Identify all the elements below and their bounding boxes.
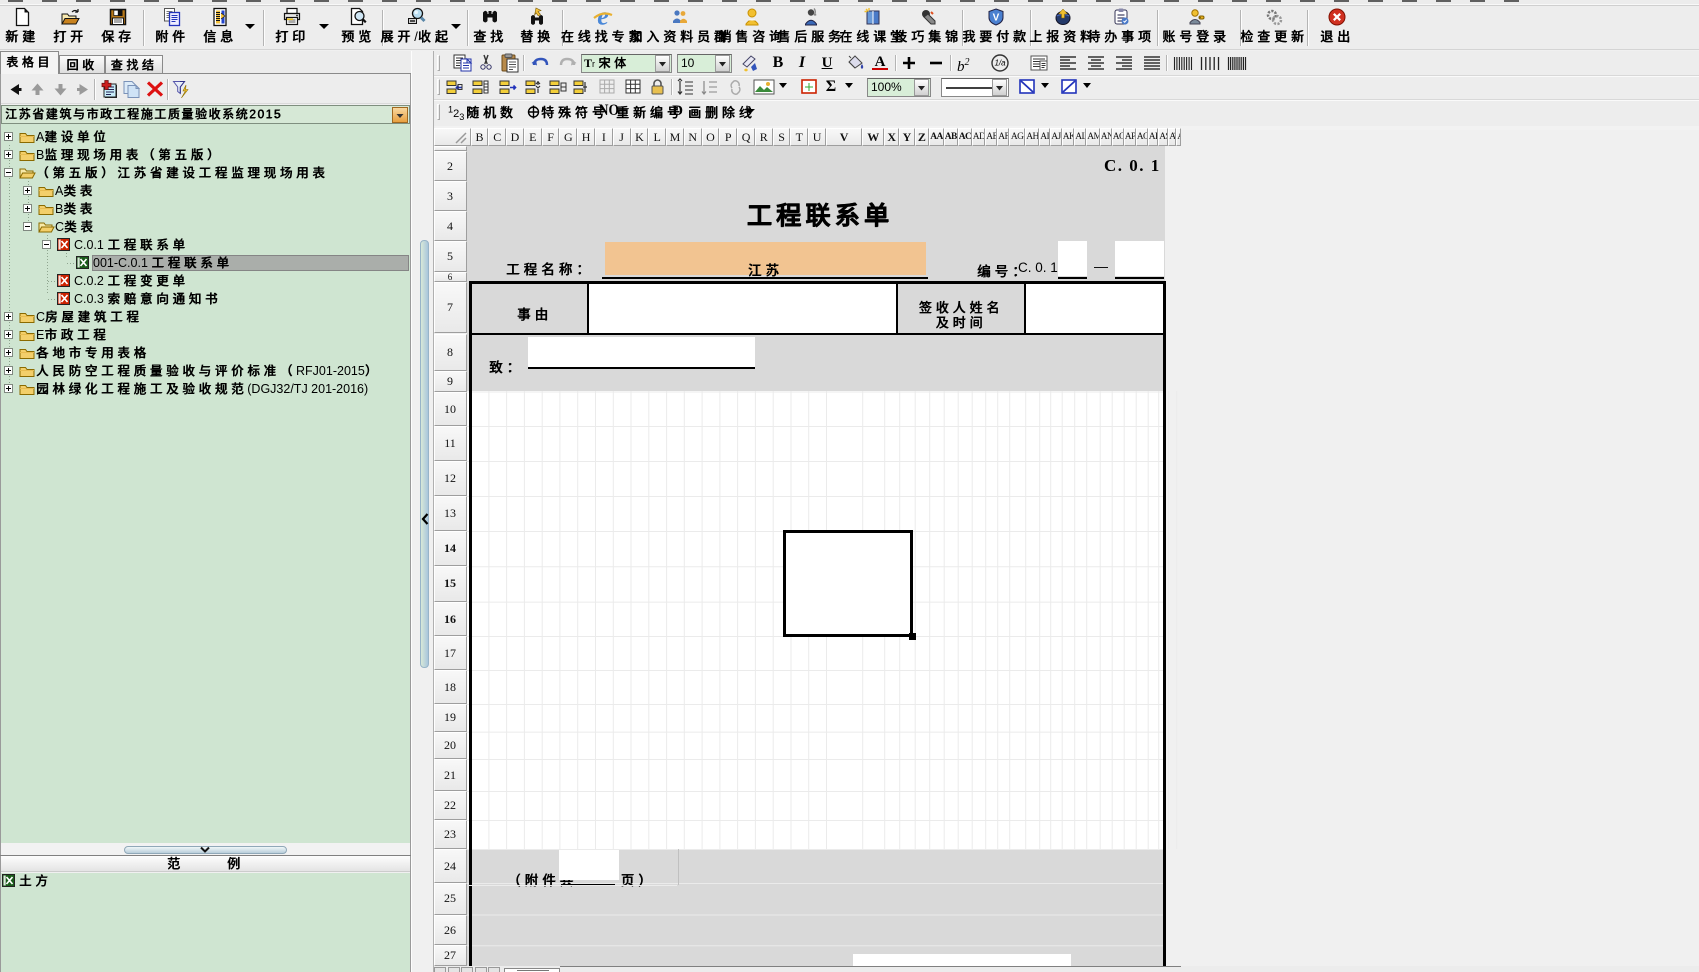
svg-text:1/a: 1/a	[994, 59, 1006, 68]
svg-text:V: V	[993, 13, 1000, 24]
